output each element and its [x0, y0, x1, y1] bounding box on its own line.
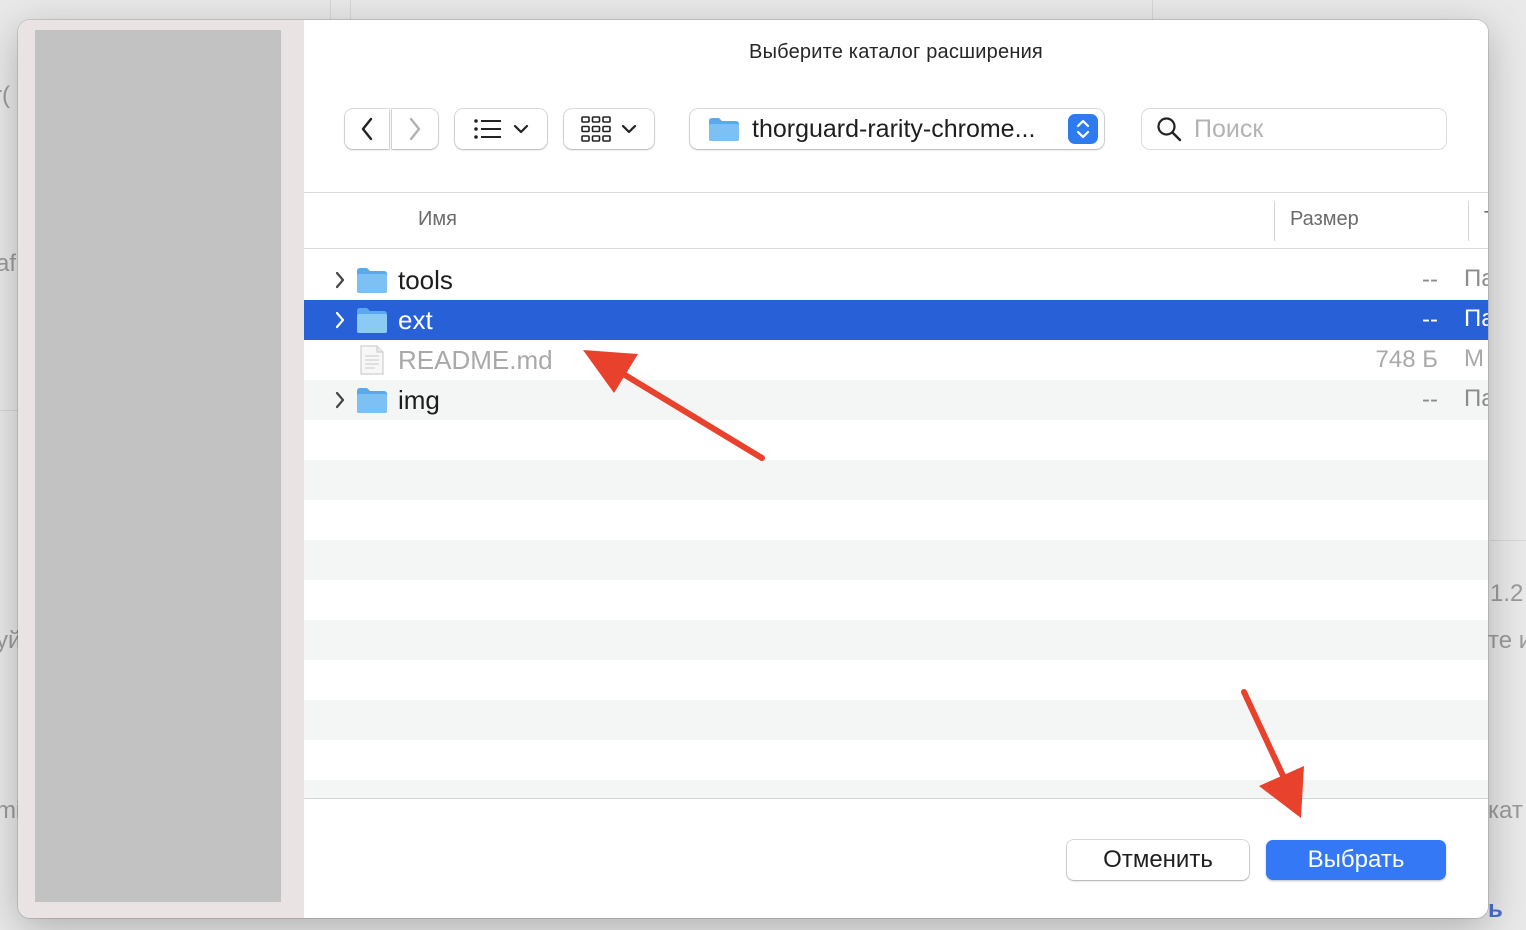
empty-row: [304, 540, 1488, 580]
list-view-button[interactable]: [455, 109, 547, 149]
empty-row: [304, 700, 1488, 740]
sidebar-redacted-area: [35, 30, 281, 902]
folder-icon: [357, 308, 387, 333]
search-icon: [1157, 117, 1182, 142]
file-size: --: [1422, 306, 1438, 333]
column-kind[interactable]: Ти: [1484, 208, 1488, 231]
search-field[interactable]: [1142, 109, 1446, 149]
file-name: README.md: [398, 345, 553, 375]
file-name: img: [398, 385, 440, 415]
dialog-main: Выберите каталог расширения thorguard-ra…: [304, 20, 1488, 918]
file-row-readme: README.md 748 Б M: [304, 340, 1488, 380]
file-kind: M: [1464, 345, 1484, 372]
current-folder-name: thorguard-rarity-chrome...: [752, 114, 1036, 143]
empty-row: [304, 780, 1488, 798]
background-text-fragment: те и: [1488, 627, 1526, 654]
folder-icon: [709, 118, 739, 141]
chevron-left-icon: [361, 117, 373, 141]
background-text-fragment: ь: [1488, 896, 1503, 923]
column-size[interactable]: Размер: [1290, 208, 1359, 231]
folder-icon: [357, 268, 387, 293]
dialog-title: Выберите каталог расширения: [749, 41, 1043, 63]
background-text-fragment: r(: [0, 82, 10, 109]
search-input[interactable]: [1192, 113, 1436, 145]
grid-view-button[interactable]: [564, 109, 654, 149]
chevron-down-icon: [621, 124, 637, 134]
file-row-tools[interactable]: tools -- Па: [304, 260, 1488, 300]
cancel-button[interactable]: Отменить: [1067, 840, 1249, 880]
open-folder-dialog: Выберите каталог расширения thorguard-ra…: [18, 20, 1488, 918]
up-down-arrows-icon: [1076, 119, 1090, 139]
list-icon: [474, 119, 501, 139]
chevron-right-icon: [409, 117, 421, 141]
file-row-img[interactable]: img -- Па: [304, 380, 1488, 420]
choose-button[interactable]: Выбрать: [1266, 840, 1446, 880]
background-text-fragment: кат: [1488, 797, 1523, 824]
file-row-ext[interactable]: ext -- Па: [304, 300, 1488, 340]
forward-button[interactable]: [392, 109, 438, 149]
column-header: Имя Размер Ти: [304, 193, 1488, 249]
divider: [304, 798, 1488, 799]
path-stepper[interactable]: [1068, 114, 1098, 144]
file-kind: Па: [1464, 305, 1488, 332]
sidebar: [18, 20, 304, 918]
disclosure-chevron-icon[interactable]: [334, 311, 346, 329]
file-size: --: [1422, 266, 1438, 293]
background-text-fragment: 1.2: [1490, 580, 1524, 607]
grid-icon: [581, 116, 611, 142]
empty-row: [304, 620, 1488, 660]
column-separator[interactable]: [1274, 201, 1275, 241]
back-button[interactable]: [345, 109, 389, 149]
file-kind: Па: [1464, 265, 1488, 292]
disclosure-chevron-icon[interactable]: [334, 391, 346, 409]
folder-path-popup[interactable]: thorguard-rarity-chrome...: [690, 109, 1104, 149]
empty-row: [304, 460, 1488, 500]
document-icon: [360, 345, 384, 375]
column-name[interactable]: Имя: [418, 208, 457, 231]
background-text-fragment: af: [0, 250, 17, 277]
column-separator[interactable]: [1468, 201, 1469, 241]
file-name: tools: [398, 265, 453, 295]
file-kind: Па: [1464, 385, 1488, 412]
disclosure-chevron-icon[interactable]: [334, 271, 346, 289]
chevron-down-icon: [513, 124, 529, 134]
file-size: 748 Б: [1375, 346, 1438, 373]
file-name: ext: [398, 305, 433, 335]
file-list: tools -- Па ext -- Па README.md 748 Б M …: [304, 260, 1488, 798]
file-size: --: [1422, 386, 1438, 413]
folder-icon: [357, 388, 387, 413]
